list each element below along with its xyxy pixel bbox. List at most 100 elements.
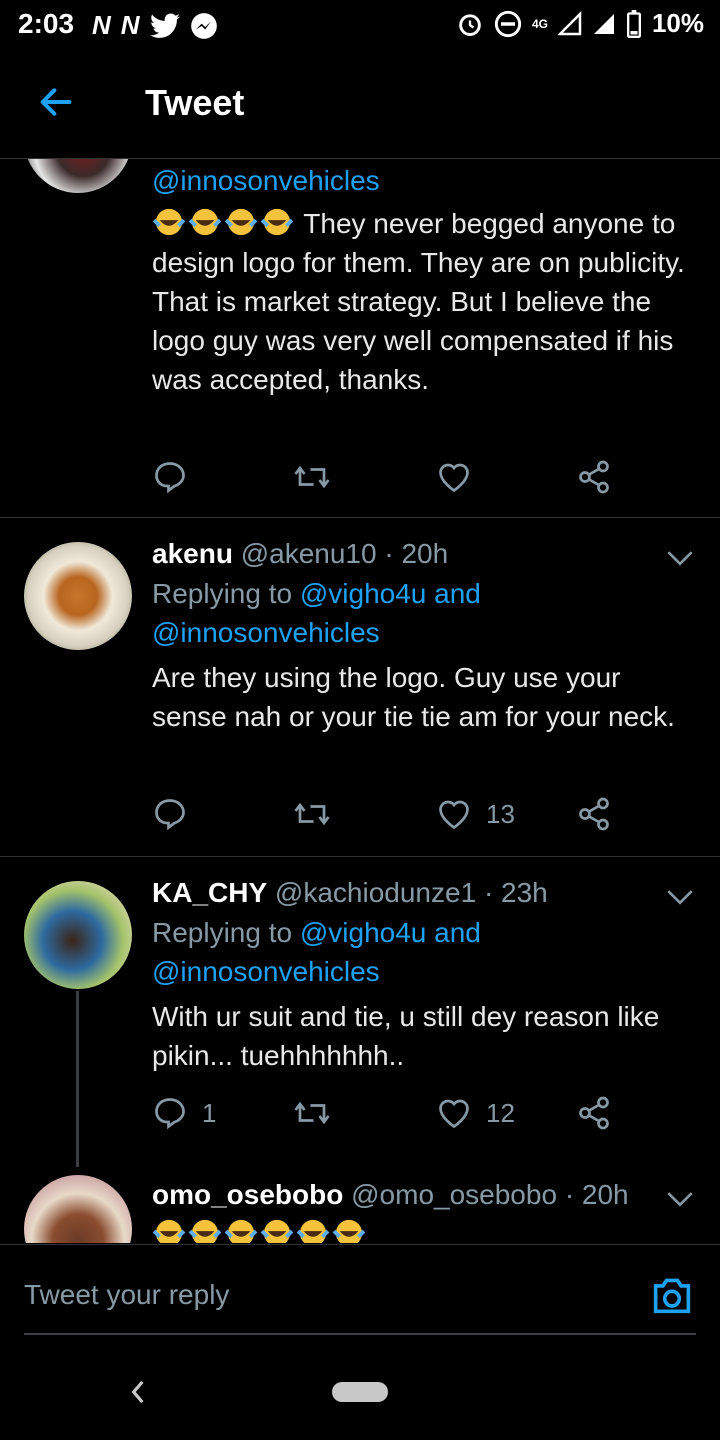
tweet-text <box>152 1215 690 1243</box>
laughing-emoji-icon <box>188 208 222 236</box>
tweet[interactable]: @innosonvehicles They never begged anyon… <box>0 159 720 518</box>
nav-back-icon[interactable] <box>128 1379 148 1405</box>
reply-feed: @innosonvehicles They never begged anyon… <box>0 159 720 1243</box>
system-nav-bar <box>0 1345 720 1440</box>
tweet[interactable]: akenu @akenu10 · 20h Replying to @vigho4… <box>0 518 720 857</box>
laughing-emoji-icon <box>296 1219 330 1243</box>
tweet-header: KA_CHY @kachiodunze1 · 23h <box>152 877 690 909</box>
alarm-icon <box>459 13 481 36</box>
reply-button[interactable]: 1 <box>152 1095 216 1131</box>
replying-to: Replying to @vigho4u and @innosonvehicle… <box>152 574 690 652</box>
tweet-text: Are they using the logo. Guy use your se… <box>152 662 675 732</box>
user-handle[interactable]: @akenu10 <box>241 538 377 569</box>
reply-icon <box>155 462 185 494</box>
laughing-emoji-icon <box>152 208 186 236</box>
signal-icon <box>557 10 582 35</box>
reply-composer: Tweet your reply <box>0 1244 720 1345</box>
tweet-header: omo_osebobo @omo_osebobo · 20h <box>152 1179 690 1211</box>
app-bar: Tweet <box>0 52 720 159</box>
tweet-time: · 23h <box>483 877 548 908</box>
reply-icon <box>155 799 185 831</box>
display-name[interactable]: akenu <box>152 538 233 569</box>
reply-button[interactable] <box>152 796 188 832</box>
tweet-text: With ur suit and tie, u still dey reason… <box>152 1001 660 1071</box>
reply-input[interactable]: Tweet your reply <box>24 1279 229 1311</box>
heart-icon <box>439 1099 469 1129</box>
tweet-time: · 20h <box>564 1179 629 1210</box>
do-not-disturb-icon <box>494 10 522 37</box>
like-count: 12 <box>486 1097 515 1128</box>
input-underline <box>24 1333 696 1335</box>
mention-link[interactable]: @innosonvehicles <box>152 956 380 987</box>
laughing-emoji-icon <box>188 1219 222 1243</box>
back-arrow-icon[interactable] <box>36 82 76 122</box>
battery-icon <box>626 9 641 38</box>
retweet-button[interactable] <box>292 459 332 495</box>
reply-count: 1 <box>202 1097 217 1128</box>
laughing-emoji-icon <box>224 1219 258 1243</box>
retweet-button[interactable] <box>292 1095 332 1131</box>
avatar[interactable] <box>24 542 132 650</box>
avatar[interactable] <box>24 159 132 193</box>
chevron-down-icon[interactable] <box>666 1189 694 1209</box>
mention-link[interactable]: @vigho4u and <box>300 917 481 948</box>
status-bar: 2:03 N N 4G 10% <box>0 0 720 52</box>
display-name[interactable]: omo_osebobo <box>152 1179 343 1210</box>
avatar[interactable] <box>24 881 132 989</box>
heart-icon <box>439 463 469 493</box>
nairaland-n-icon: N <box>92 10 111 40</box>
network-type: 4G <box>531 16 548 31</box>
display-name[interactable]: KA_CHY <box>152 877 267 908</box>
share-button[interactable] <box>576 796 612 832</box>
tweet-actions: 1 12 <box>152 1095 632 1135</box>
tweet-text: They never begged anyone to design logo … <box>152 204 690 399</box>
like-count: 13 <box>486 798 515 829</box>
mention-link[interactable]: @innosonvehicles <box>152 617 380 648</box>
messenger-icon <box>190 12 217 39</box>
retweet-icon <box>294 465 330 489</box>
laughing-emoji-icon <box>260 1219 294 1243</box>
share-button[interactable] <box>576 1095 612 1131</box>
retweet-icon <box>294 802 330 826</box>
reply-button[interactable] <box>152 459 188 495</box>
like-button[interactable]: 13 <box>436 796 515 832</box>
tweet-time: · 20h <box>384 538 449 569</box>
replying-label: Replying to <box>152 917 300 948</box>
user-handle[interactable]: @kachiodunze1 <box>275 877 476 908</box>
laughing-emoji-icon <box>260 208 294 236</box>
chevron-down-icon[interactable] <box>666 887 694 907</box>
avatar[interactable] <box>24 1175 132 1243</box>
retweet-button[interactable] <box>292 796 332 832</box>
laughing-emoji-icon <box>152 1219 186 1243</box>
page-title: Tweet <box>145 82 245 123</box>
share-icon <box>579 797 609 831</box>
user-handle[interactable]: @omo_osebobo <box>351 1179 557 1210</box>
status-time: 2:03 <box>18 8 75 39</box>
twitter-bird-icon <box>149 13 180 38</box>
signal-icon <box>593 13 614 34</box>
reply-icon <box>155 1098 185 1130</box>
share-icon <box>579 1096 609 1130</box>
like-button[interactable]: 12 <box>436 1095 515 1131</box>
thread-line <box>76 991 79 1167</box>
mention-link[interactable]: @innosonvehicles <box>152 165 380 196</box>
share-button[interactable] <box>576 459 612 495</box>
home-pill[interactable] <box>332 1382 388 1402</box>
laughing-emoji-icon <box>332 1219 366 1243</box>
like-button[interactable] <box>436 459 472 495</box>
notification-icons: N N <box>92 10 218 41</box>
replying-label: Replying to <box>152 578 300 609</box>
laughing-emoji-icon <box>224 208 258 236</box>
heart-icon <box>439 800 469 830</box>
nairaland-n-icon: N <box>120 10 140 40</box>
tweet[interactable]: KA_CHY @kachiodunze1 · 23h Replying to @… <box>0 857 720 1167</box>
system-icons: 4G 10% <box>456 8 704 39</box>
tweet-actions: 13 <box>152 796 632 836</box>
share-icon <box>579 460 609 494</box>
replying-to: Replying to @vigho4u and @innosonvehicle… <box>152 913 690 991</box>
camera-icon[interactable] <box>650 1275 694 1315</box>
mention-link[interactable]: @vigho4u and <box>300 578 481 609</box>
tweet[interactable]: omo_osebobo @omo_osebobo · 20h <box>0 1161 720 1243</box>
chevron-down-icon[interactable] <box>666 548 694 568</box>
tweet-actions <box>152 459 632 499</box>
